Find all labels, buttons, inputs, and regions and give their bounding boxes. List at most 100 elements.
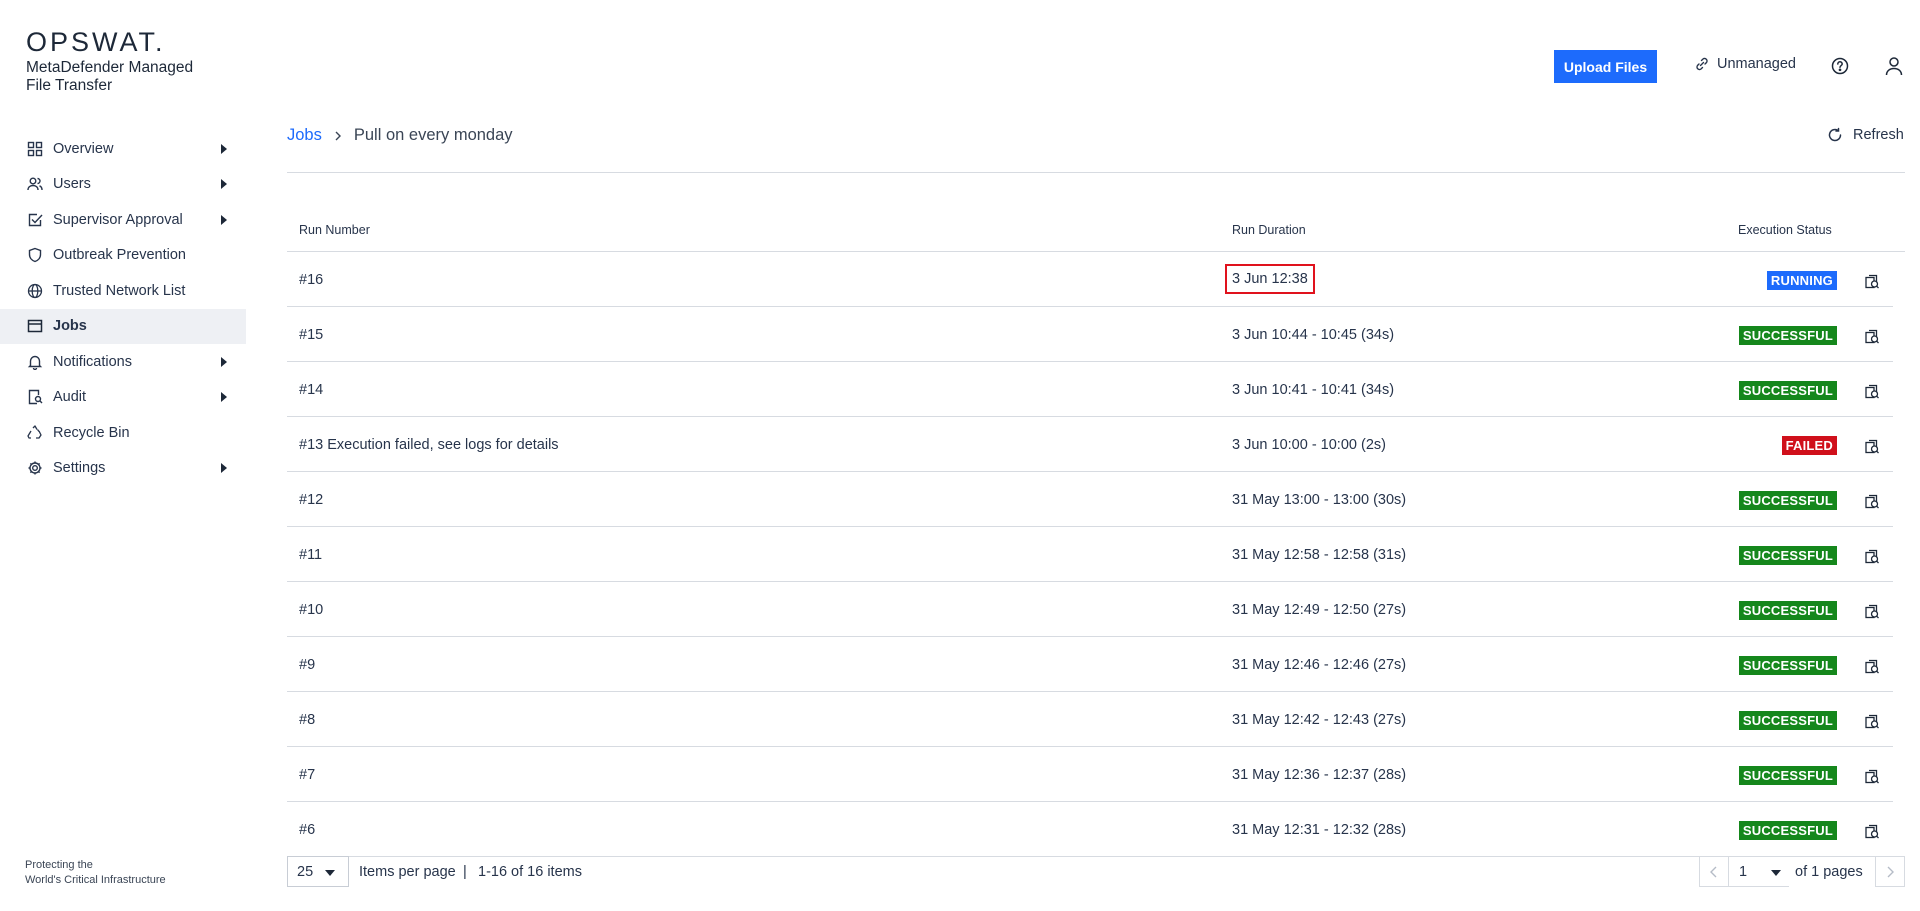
upload-files-button[interactable]: Upload Files	[1554, 50, 1657, 83]
caret-right-icon[interactable]	[221, 143, 227, 154]
help-icon[interactable]	[1831, 57, 1849, 75]
run-duration: 3 Jun 10:00 - 10:00 (2s)	[1232, 437, 1386, 453]
table-row[interactable]: #11 31 May 12:58 - 12:58 (31s) SUCCESSFUL	[287, 527, 1893, 582]
view-logs-icon[interactable]	[1863, 382, 1881, 400]
status-badge: SUCCESSFUL	[1738, 546, 1837, 565]
view-logs-icon[interactable]	[1863, 327, 1881, 345]
status-badge: FAILED	[1781, 436, 1837, 455]
breadcrumb-jobs-link[interactable]: Jobs	[287, 126, 322, 145]
status-badge: SUCCESSFUL	[1738, 491, 1837, 510]
sidebar-item-recycle-bin[interactable]: Recycle Bin	[0, 415, 246, 451]
footer-line-1: Protecting the	[25, 859, 93, 871]
sidebar-item-label: Settings	[53, 460, 106, 477]
run-number: #10	[299, 602, 324, 618]
sidebar-item-audit[interactable]: Audit	[0, 380, 246, 416]
unmanaged-label: Unmanaged	[1717, 56, 1796, 72]
view-logs-icon[interactable]	[1863, 767, 1881, 785]
table-row[interactable]: #6 31 May 12:31 - 12:32 (28s) SUCCESSFUL	[287, 802, 1893, 857]
sidebar-item-label: Trusted Network List	[53, 282, 186, 299]
caret-right-icon[interactable]	[221, 392, 227, 403]
status-badge: RUNNING	[1766, 271, 1837, 290]
bell-icon	[27, 354, 43, 370]
status-badge: SUCCESSFUL	[1738, 656, 1837, 675]
view-logs-icon[interactable]	[1863, 437, 1881, 455]
page-size-select[interactable]: 25	[287, 856, 349, 887]
table-row[interactable]: #10 31 May 12:49 - 12:50 (27s) SUCCESSFUL	[287, 582, 1893, 637]
caret-right-icon[interactable]	[221, 214, 227, 225]
sidebar-item-label: Supervisor Approval	[53, 211, 183, 228]
brand: OPSWAT. MetaDefender Managed File Transf…	[26, 27, 216, 95]
refresh-icon	[1828, 127, 1842, 142]
run-duration: 31 May 12:31 - 12:32 (28s)	[1232, 822, 1407, 838]
view-logs-icon[interactable]	[1863, 712, 1881, 730]
page-number-select[interactable]: 1	[1729, 856, 1789, 887]
page-size-value: 25	[297, 863, 314, 880]
caret-right-icon[interactable]	[221, 463, 227, 474]
table-row[interactable]: #13 Execution failed, see logs for detai…	[287, 417, 1893, 472]
caret-down-icon	[325, 870, 335, 876]
breadcrumb-current: Pull on every monday	[353, 126, 513, 144]
run-duration: 3 Jun 10:41 - 10:41 (34s)	[1232, 382, 1395, 398]
run-number: #11	[299, 547, 323, 563]
table-row[interactable]: #14 3 Jun 10:41 - 10:41 (34s) SUCCESSFUL	[287, 362, 1893, 417]
view-logs-icon[interactable]	[1863, 657, 1881, 675]
globe-icon	[27, 283, 43, 299]
caret-right-icon[interactable]	[221, 356, 227, 367]
run-duration: 31 May 12:36 - 12:37 (28s)	[1232, 767, 1407, 783]
checkbox-icon	[27, 212, 43, 228]
sidebar-item-label: Recycle Bin	[53, 424, 130, 441]
table-row[interactable]: #12 31 May 13:00 - 13:00 (30s) SUCCESSFUL	[287, 472, 1893, 527]
recycle-icon	[27, 425, 43, 441]
pagination-separator: |	[463, 864, 467, 880]
run-number: #9	[299, 657, 316, 673]
product-name: MetaDefender Managed File Transfer	[26, 59, 194, 94]
sidebar-item-supervisor-approval[interactable]: Supervisor Approval	[0, 202, 246, 238]
view-logs-icon[interactable]	[1863, 492, 1881, 510]
items-per-page-label: Items per page	[359, 864, 456, 880]
previous-page-button[interactable]	[1699, 856, 1729, 887]
refresh-label: Refresh	[1853, 127, 1904, 143]
sidebar-item-settings[interactable]: Settings	[0, 451, 246, 487]
run-duration: 31 May 12:46 - 12:46 (27s)	[1232, 657, 1407, 673]
column-header-run-duration: Run Duration	[1232, 223, 1306, 237]
opswat-logo[interactable]: OPSWAT.	[26, 27, 216, 57]
table-row[interactable]: #7 31 May 12:36 - 12:37 (28s) SUCCESSFUL	[287, 747, 1893, 802]
view-logs-icon[interactable]	[1863, 272, 1881, 290]
user-icon[interactable]	[1885, 56, 1903, 76]
status-badge: SUCCESSFUL	[1738, 711, 1837, 730]
run-number: #12	[299, 492, 324, 508]
view-logs-icon[interactable]	[1863, 547, 1881, 565]
page-number-value: 1	[1739, 863, 1748, 880]
table-row[interactable]: #8 31 May 12:42 - 12:43 (27s) SUCCESSFUL	[287, 692, 1893, 747]
run-number: #13 Execution failed, see logs for detai…	[299, 437, 559, 453]
status-badge: SUCCESSFUL	[1738, 601, 1837, 620]
job-runs-table: Run Number Run Duration Execution Status…	[287, 205, 1905, 857]
table-row[interactable]: #9 31 May 12:46 - 12:46 (27s) SUCCESSFUL	[287, 637, 1893, 692]
refresh-button[interactable]: Refresh	[1827, 127, 1904, 143]
grid-icon	[27, 141, 43, 157]
sidebar-item-overview[interactable]: Overview	[0, 131, 246, 167]
next-page-button[interactable]	[1875, 856, 1905, 887]
run-duration: 3 Jun 10:44 - 10:45 (34s)	[1232, 327, 1395, 343]
sidebar-item-outbreak-prevention[interactable]: Outbreak Prevention	[0, 238, 246, 274]
view-logs-icon[interactable]	[1863, 602, 1881, 620]
view-logs-icon[interactable]	[1863, 822, 1881, 840]
jobs-icon	[27, 318, 43, 334]
table-row[interactable]: #15 3 Jun 10:44 - 10:45 (34s) SUCCESSFUL	[287, 307, 1893, 362]
sidebar-item-users[interactable]: Users	[0, 167, 246, 203]
sidebar-item-trusted-network-list[interactable]: Trusted Network List	[0, 273, 246, 309]
sidebar-item-notifications[interactable]: Notifications	[0, 344, 246, 380]
breadcrumb: Jobs Pull on every monday	[287, 126, 513, 145]
divider	[287, 172, 1905, 173]
status-badge: SUCCESSFUL	[1738, 821, 1837, 840]
audit-icon	[27, 389, 43, 405]
run-duration: 3 Jun 12:38	[1225, 264, 1315, 294]
sidebar-item-jobs[interactable]: Jobs	[0, 308, 246, 344]
run-number: #15	[299, 327, 324, 343]
table-row[interactable]: #16 3 Jun 12:38 RUNNING	[287, 252, 1893, 307]
chevron-right-icon	[1887, 866, 1894, 877]
footer-tagline: Protecting the World's Critical Infrastr…	[25, 858, 166, 888]
table-body: #16 3 Jun 12:38 RUNNING #15 3 Jun 10:44 - 10…	[287, 252, 1905, 857]
caret-right-icon[interactable]	[221, 179, 227, 190]
unmanaged-link[interactable]: Unmanaged	[1694, 56, 1796, 72]
